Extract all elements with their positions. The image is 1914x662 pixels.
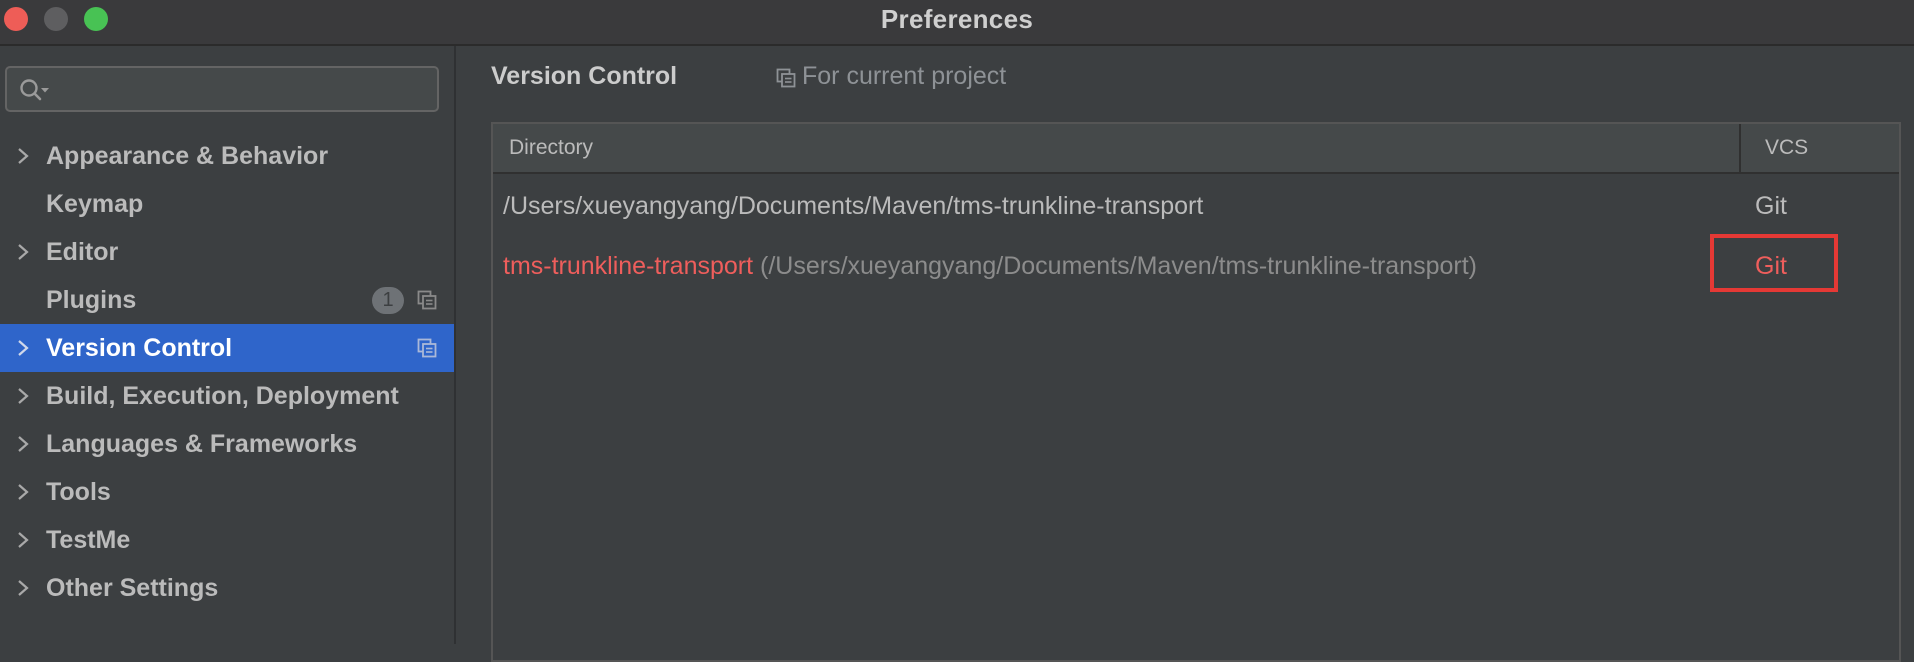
sidebar-item-plugins[interactable]: Plugins 1: [0, 276, 454, 324]
column-separator[interactable]: [1739, 124, 1741, 172]
sidebar-item-keymap[interactable]: Keymap: [0, 180, 454, 228]
sidebar-item-editor[interactable]: Editor: [0, 228, 454, 276]
column-header-directory[interactable]: Directory: [509, 136, 593, 160]
window-title: Preferences: [880, 4, 1034, 34]
sidebar-item-label: Editor: [46, 238, 119, 266]
chevron-right-icon[interactable]: [16, 483, 30, 501]
sidebar-item-label: Other Settings: [46, 574, 219, 602]
search-field[interactable]: [5, 66, 439, 112]
project-level-icon: [417, 290, 437, 310]
sidebar-item-label: Version Control: [46, 334, 233, 362]
column-header-vcs[interactable]: VCS: [1765, 136, 1808, 160]
sidebar-item-label: Tools: [46, 478, 111, 506]
vcs-cell[interactable]: Git: [1755, 192, 1787, 221]
table-header: Directory VCS: [493, 124, 1899, 174]
annotation-highlight-box: [1710, 234, 1838, 292]
sidebar-item-label: TestMe: [46, 526, 131, 554]
directory-cell[interactable]: tms-trunkline-transport (/Users/xueyangy…: [503, 252, 1477, 281]
sidebar-item-label: Plugins: [46, 286, 137, 314]
sidebar-item-languages-frameworks[interactable]: Languages & Frameworks: [0, 420, 454, 468]
sidebar-item-appearance-behavior[interactable]: Appearance & Behavior: [0, 132, 454, 180]
sidebar-item-version-control[interactable]: Version Control: [0, 324, 454, 372]
sidebar-item-label: Build, Execution, Deployment: [46, 382, 399, 410]
settings-nav: Appearance & Behavior Keymap Editor Plug…: [0, 132, 454, 612]
settings-content: Version Control For current project Dire…: [456, 46, 1914, 662]
directory-cell[interactable]: /Users/xueyangyang/Documents/Maven/tms-t…: [503, 192, 1203, 221]
update-count-badge: 1: [372, 287, 404, 314]
scope-label: For current project: [802, 62, 1007, 90]
sidebar-item-other-settings[interactable]: Other Settings: [0, 564, 454, 612]
sidebar-item-label: Languages & Frameworks: [46, 430, 358, 458]
project-path: (/Users/xueyangyang/Documents/Maven/tms-…: [760, 252, 1477, 280]
table-row[interactable]: /Users/xueyangyang/Documents/Maven/tms-t…: [493, 182, 1899, 232]
chevron-right-icon[interactable]: [16, 579, 30, 597]
page-title: Version Control: [491, 62, 678, 90]
chevron-right-icon[interactable]: [16, 147, 30, 165]
table-row[interactable]: tms-trunkline-transport (/Users/xueyangy…: [493, 242, 1899, 292]
sidebar-item-label: Keymap: [46, 190, 144, 218]
search-icon[interactable]: [19, 78, 55, 104]
project-level-icon: [776, 68, 796, 88]
chevron-right-icon[interactable]: [16, 339, 30, 357]
sidebar-item-tools[interactable]: Tools: [0, 468, 454, 516]
chevron-right-icon[interactable]: [16, 435, 30, 453]
project-level-icon: [417, 338, 437, 358]
title-bar: Preferences: [0, 0, 1914, 46]
vcs-mappings-table[interactable]: Directory VCS /Users/xueyangyang/Documen…: [491, 122, 1901, 662]
chevron-right-icon[interactable]: [16, 387, 30, 405]
chevron-right-icon[interactable]: [16, 531, 30, 549]
sidebar-item-build-execution-deployment[interactable]: Build, Execution, Deployment: [0, 372, 454, 420]
project-name: tms-trunkline-transport: [503, 252, 754, 280]
settings-sidebar: Appearance & Behavior Keymap Editor Plug…: [0, 46, 456, 644]
sidebar-item-label: Appearance & Behavior: [46, 142, 329, 170]
sidebar-item-testme[interactable]: TestMe: [0, 516, 454, 564]
chevron-right-icon[interactable]: [16, 243, 30, 261]
